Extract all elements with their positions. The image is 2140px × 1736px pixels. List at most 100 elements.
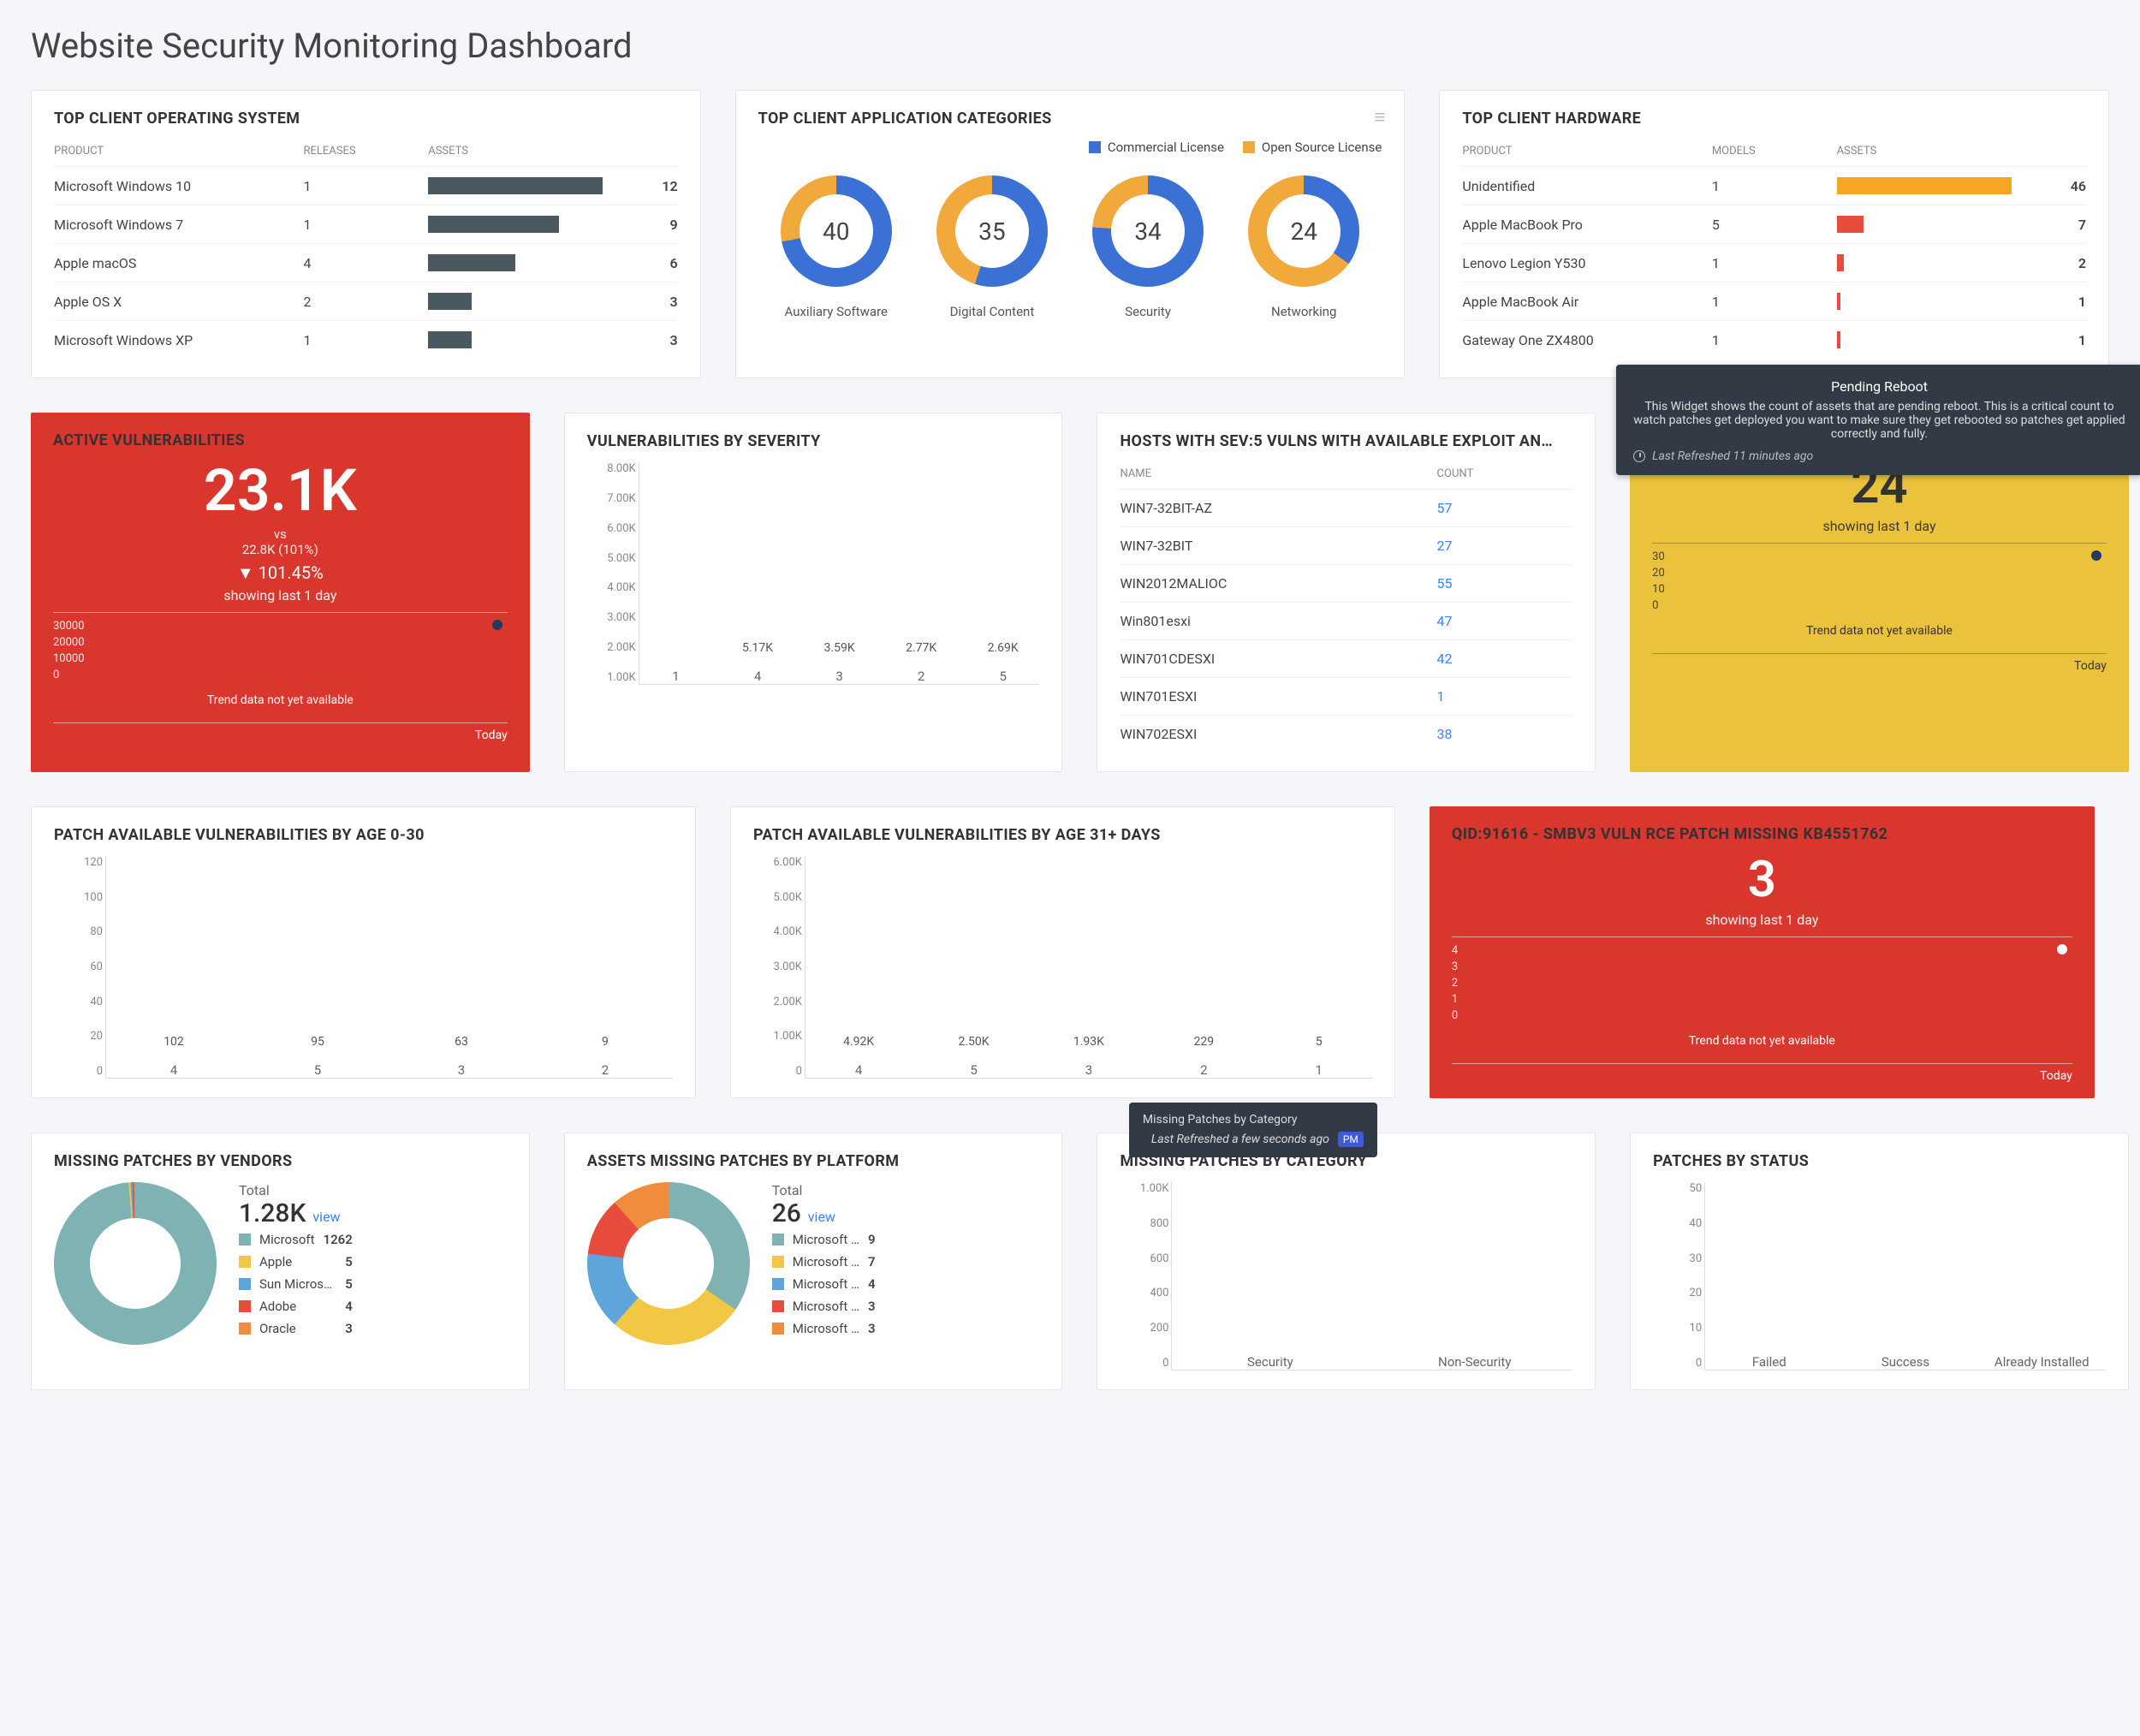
bar-column[interactable]: Security <box>1179 1346 1361 1370</box>
legend-item[interactable]: Microsoft …9 <box>772 1228 876 1251</box>
bar-category-label: 4 <box>855 1062 862 1078</box>
legend-swatch <box>772 1323 784 1335</box>
card-active-vulnerabilities[interactable]: ACTIVE VULNERABILITIES 23.1K vs 22.8K (1… <box>31 413 530 772</box>
bar-column[interactable]: Non-Security <box>1383 1346 1566 1370</box>
table-row[interactable]: WIN2012MALIOC55 <box>1120 565 1572 603</box>
cell-value: 6 <box>603 255 677 271</box>
count-link[interactable]: 47 <box>1437 613 1453 629</box>
bar-category-label: 5 <box>314 1062 321 1078</box>
count-link[interactable]: 57 <box>1437 500 1453 516</box>
table-row[interactable]: Unidentified146 <box>1462 167 2086 205</box>
donut-item[interactable]: 24Networking <box>1248 175 1359 319</box>
legend-item[interactable]: Microsoft …3 <box>772 1295 876 1317</box>
kpi-sparkline-area: 3000020000100000 Trend data not yet avai… <box>53 612 508 723</box>
cell-bar <box>1837 177 2012 194</box>
legend-value: 5 <box>345 1254 353 1269</box>
table-row[interactable]: WIN7-32BIT27 <box>1120 527 1572 565</box>
table-row[interactable]: Apple macOS4 6 <box>54 244 678 282</box>
card-qid-91616[interactable]: QID:91616 - SMBV3 VULN RCE PATCH MISSING… <box>1430 806 2095 1098</box>
donut-item[interactable]: 40Auxiliary Software <box>781 175 892 319</box>
table-row[interactable]: Apple OS X23 <box>54 282 678 321</box>
bar-column[interactable]: 633 <box>401 1035 522 1078</box>
bar-column[interactable]: 1 <box>646 660 706 684</box>
bar-column[interactable]: 2292 <box>1157 1035 1250 1078</box>
bar-column[interactable]: 2.77K2 <box>891 641 951 684</box>
legend-item[interactable]: Microsoft1262 <box>239 1228 353 1251</box>
kpi-subtitle: showing last 1 day <box>1652 518 2107 534</box>
card-patches-by-status: PATCHES BY STATUS 50403020100 FailedSucc… <box>1630 1133 2129 1390</box>
bar-column[interactable]: 955 <box>257 1035 378 1078</box>
table-row[interactable]: WIN701ESXI1 <box>1120 678 1572 716</box>
view-link[interactable]: view <box>312 1209 340 1225</box>
donut-chart <box>587 1182 750 1345</box>
card-menu-icon[interactable]: ≡ <box>1375 106 1386 128</box>
count-link[interactable]: 1 <box>1437 688 1445 705</box>
legend-name: Sun Micros… <box>259 1276 336 1292</box>
card-title: TOP CLIENT HARDWARE <box>1462 110 2086 128</box>
donut-item[interactable]: 34Security <box>1092 175 1204 319</box>
bar-column[interactable]: 2.50K5 <box>927 1035 1019 1078</box>
legend-item[interactable]: Microsoft …4 <box>772 1273 876 1295</box>
bar-column[interactable]: 51 <box>1273 1035 1365 1078</box>
legend-item[interactable]: Sun Micros…5 <box>239 1273 353 1295</box>
bar-column[interactable]: 92 <box>544 1035 666 1078</box>
card-pending-reboot[interactable]: Pending Reboot This Widget shows the cou… <box>1630 413 2129 772</box>
donut-value: 34 <box>1092 175 1204 287</box>
bar-column[interactable]: Already Installed <box>1985 1346 2099 1370</box>
bar-column[interactable]: 5.17K4 <box>728 641 788 684</box>
card-title: MISSING PATCHES BY VENDORS <box>54 1152 507 1170</box>
legend-item[interactable]: Adobe4 <box>239 1295 353 1317</box>
bar-chart: 50403020100 FailedSuccessAlready Install… <box>1704 1182 2106 1370</box>
bar-column[interactable]: 1024 <box>113 1035 235 1078</box>
legend-item[interactable]: Oracle3 <box>239 1317 353 1340</box>
card-assets-missing-platform: ASSETS MISSING PATCHES BY PLATFORM Total… <box>564 1133 1063 1390</box>
cell-bar <box>428 293 603 310</box>
cell-value: 3 <box>603 332 677 348</box>
kpi-x-end: Today <box>1652 654 2107 673</box>
view-link[interactable]: view <box>808 1209 835 1225</box>
table-row[interactable]: Gateway One ZX480011 <box>1462 321 2086 359</box>
bar-category-label: 2 <box>918 669 924 684</box>
table-row[interactable]: Microsoft Windows 719 <box>54 205 678 244</box>
bar-column[interactable]: 3.59K3 <box>810 641 870 684</box>
bar-chart: 8.00K7.00K6.00K5.00K4.00K3.00K2.00K1.00K… <box>639 462 1040 685</box>
legend-name: Apple <box>259 1254 336 1269</box>
cell-mid: 4 <box>303 255 428 271</box>
bar-chart: 120100806040200 102495563392 <box>105 856 673 1079</box>
legend-item[interactable]: Microsoft …3 <box>772 1317 876 1340</box>
card-top-os: TOP CLIENT OPERATING SYSTEM PRODUCT RELE… <box>31 90 701 378</box>
cell-bar <box>428 177 603 194</box>
count-link[interactable]: 42 <box>1437 651 1453 667</box>
donut-value: 40 <box>781 175 892 287</box>
table-row[interactable]: Win801esxi47 <box>1120 603 1572 640</box>
col-releases: RELEASES <box>303 145 428 158</box>
cell-mid: 1 <box>1712 255 1837 271</box>
count-link[interactable]: 55 <box>1437 575 1453 592</box>
count-link[interactable]: 38 <box>1437 726 1453 742</box>
legend-item[interactable]: Microsoft …7 <box>772 1251 876 1273</box>
bar-column[interactable]: Success <box>1848 1346 1962 1370</box>
table-row[interactable]: Lenovo Legion Y53012 <box>1462 244 2086 282</box>
donut-item[interactable]: 35Digital Content <box>936 175 1048 319</box>
bar-column[interactable]: Failed <box>1712 1346 1826 1370</box>
table-row[interactable]: Apple MacBook Air11 <box>1462 282 2086 321</box>
table-row[interactable]: Apple MacBook Pro57 <box>1462 205 2086 244</box>
bar-category-label: 3 <box>458 1062 465 1078</box>
table-row[interactable]: WIN7-32BIT-AZ57 <box>1120 490 1572 527</box>
kpi-trend-note: Trend data not yet available <box>1452 1024 2072 1058</box>
cell-value: 9 <box>603 217 677 233</box>
cell-value: 46 <box>2012 178 2086 194</box>
table-row[interactable]: WIN702ESXI38 <box>1120 716 1572 752</box>
legend-item[interactable]: Apple 5 <box>239 1251 353 1273</box>
table-row[interactable]: Microsoft Windows 10112 <box>54 167 678 205</box>
legend-name: Adobe <box>259 1299 336 1314</box>
cell-product: Unidentified <box>1462 178 1711 194</box>
count-link[interactable]: 27 <box>1437 538 1453 554</box>
table-row[interactable]: Microsoft Windows XP13 <box>54 321 678 359</box>
cell-product: Apple macOS <box>54 255 303 271</box>
bar-column[interactable]: 1.93K3 <box>1043 1035 1135 1078</box>
table-row[interactable]: WIN701CDESXI42 <box>1120 640 1572 678</box>
bar-column[interactable]: 2.69K5 <box>973 641 1033 684</box>
card-title: HOSTS WITH SEV:5 VULNS WITH AVAILABLE EX… <box>1120 432 1572 450</box>
bar-column[interactable]: 4.92K4 <box>812 1035 905 1078</box>
